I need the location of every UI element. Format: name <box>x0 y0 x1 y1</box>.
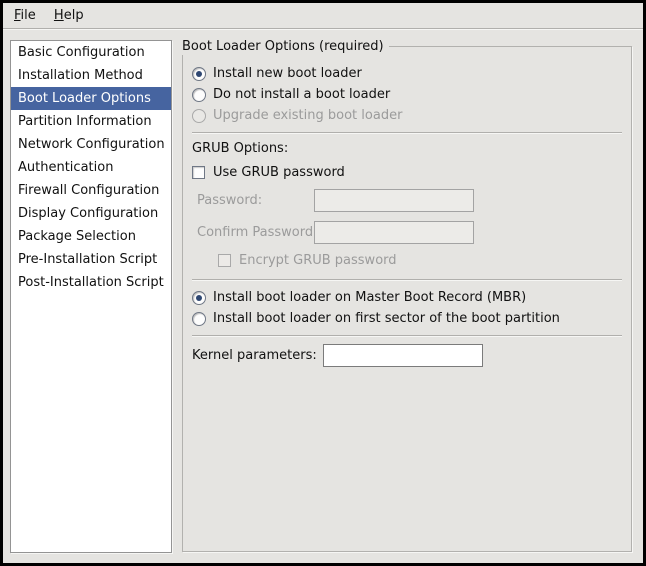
kickstart-configurator-window: { "window": { "bg_color": "#e5e4e1", "se… <box>0 0 646 566</box>
confirm-password-label: Confirm Password: <box>197 225 314 240</box>
boot-loader-options-frame: Boot Loader Options (required) Install n… <box>182 46 632 552</box>
grub-options-label: GRUB Options: <box>192 140 622 158</box>
checkbox-use-grub-password[interactable]: Use GRUB password <box>192 162 622 183</box>
sidebar-item-partition-information[interactable]: Partition Information <box>11 110 171 133</box>
checkbox-icon <box>192 166 205 179</box>
confirm-password-input <box>314 221 474 244</box>
checkbox-icon <box>218 254 231 267</box>
menu-file-label: ile <box>21 8 36 23</box>
radio-label: Install new boot loader <box>213 66 362 81</box>
radio-do-not-install-boot-loader[interactable]: Do not install a boot loader <box>192 84 622 105</box>
password-input <box>314 189 474 212</box>
menubar: File Help <box>3 3 643 29</box>
menu-help-mnemonic: H <box>54 8 64 23</box>
checkbox-label: Encrypt GRUB password <box>239 253 397 268</box>
sidebar-item-boot-loader-options[interactable]: Boot Loader Options <box>11 87 171 110</box>
sidebar-item-authentication[interactable]: Authentication <box>11 156 171 179</box>
radio-install-on-mbr[interactable]: Install boot loader on Master Boot Recor… <box>192 287 622 308</box>
sidebar-item-display-configuration[interactable]: Display Configuration <box>11 202 171 225</box>
frame-title: Boot Loader Options (required) <box>182 38 389 55</box>
radio-label: Install boot loader on first sector of t… <box>213 311 560 326</box>
radio-upgrade-existing-boot-loader: Upgrade existing boot loader <box>192 105 622 126</box>
kernel-parameters-input[interactable] <box>323 344 483 367</box>
radio-label: Do not install a boot loader <box>213 87 390 102</box>
separator <box>192 132 622 134</box>
radio-button-icon <box>192 109 206 123</box>
checkbox-encrypt-grub-password: Encrypt GRUB password <box>192 250 622 271</box>
sidebar-item-network-configuration[interactable]: Network Configuration <box>11 133 171 156</box>
sidebar-item-basic-configuration[interactable]: Basic Configuration <box>11 41 171 64</box>
radio-button-icon <box>192 312 206 326</box>
password-row: Password: <box>192 189 622 212</box>
radio-label: Install boot loader on Master Boot Recor… <box>213 290 526 305</box>
confirm-password-row: Confirm Password: <box>192 221 622 244</box>
kernel-parameters-row: Kernel parameters: <box>192 344 622 367</box>
category-list: Basic Configuration Installation Method … <box>10 40 172 553</box>
sidebar-item-post-installation-script[interactable]: Post-Installation Script <box>11 271 171 294</box>
radio-button-icon <box>192 67 206 81</box>
radio-button-icon <box>192 88 206 102</box>
kernel-parameters-label: Kernel parameters: <box>192 348 317 363</box>
password-label: Password: <box>197 193 314 208</box>
radio-button-icon <box>192 291 206 305</box>
checkbox-label: Use GRUB password <box>213 165 345 180</box>
sidebar-item-firewall-configuration[interactable]: Firewall Configuration <box>11 179 171 202</box>
separator <box>192 279 622 281</box>
radio-install-on-first-sector[interactable]: Install boot loader on first sector of t… <box>192 308 622 329</box>
menu-file[interactable]: File <box>7 3 43 28</box>
sidebar-item-package-selection[interactable]: Package Selection <box>11 225 171 248</box>
separator <box>192 335 622 337</box>
radio-label: Upgrade existing boot loader <box>213 108 402 123</box>
sidebar-item-pre-installation-script[interactable]: Pre-Installation Script <box>11 248 171 271</box>
sidebar-item-installation-method[interactable]: Installation Method <box>11 64 171 87</box>
menu-help-label: elp <box>64 8 84 23</box>
menu-help[interactable]: Help <box>47 3 91 28</box>
radio-install-new-boot-loader[interactable]: Install new boot loader <box>192 63 622 84</box>
